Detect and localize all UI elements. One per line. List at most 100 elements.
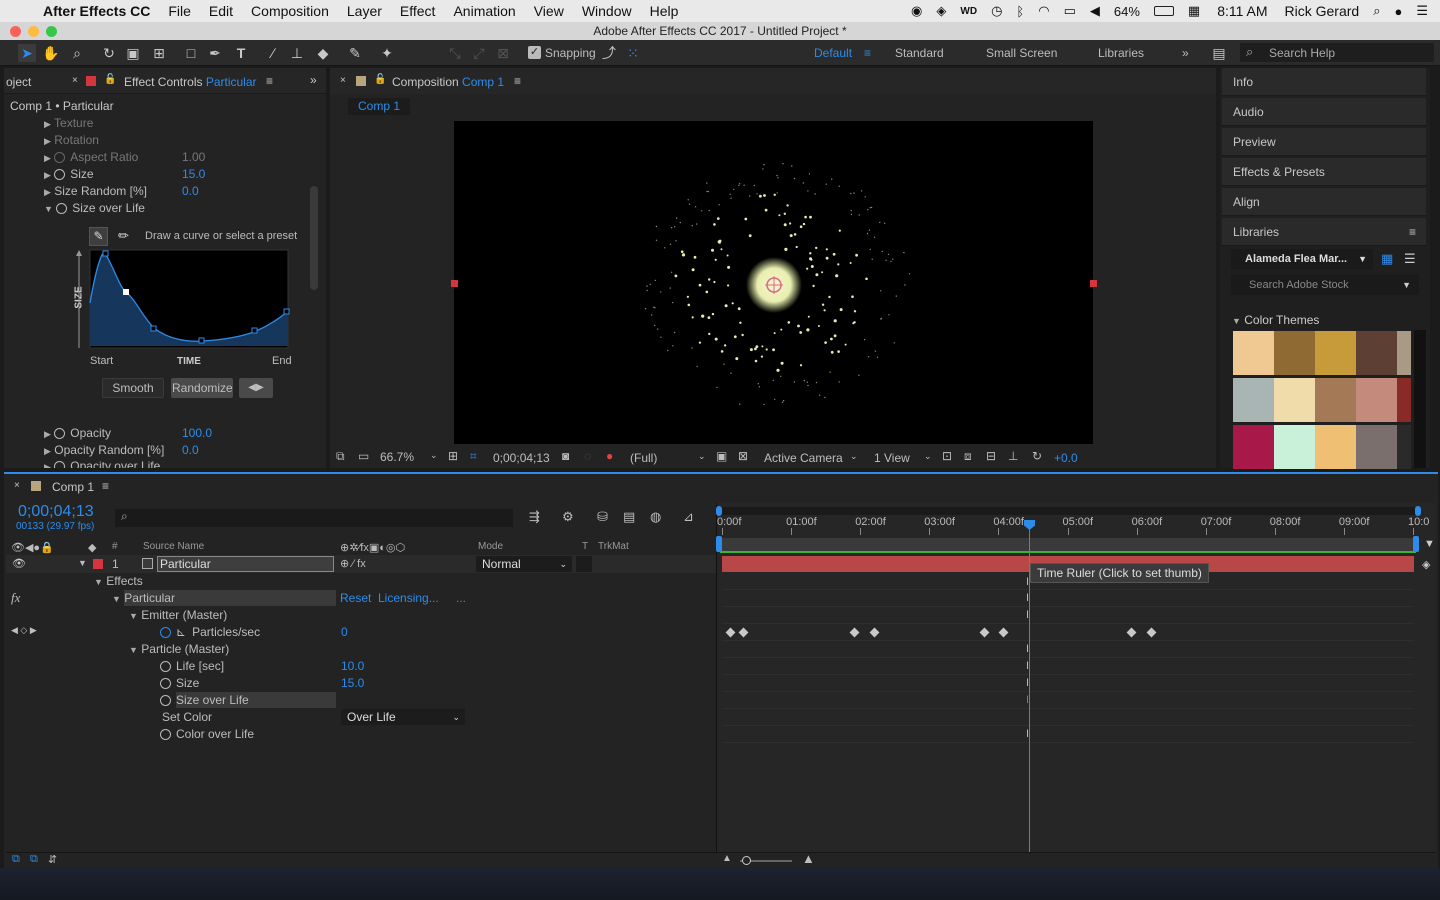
- snapping-checkbox[interactable]: ✓: [528, 46, 541, 59]
- eye-icon[interactable]: 👁: [12, 557, 26, 570]
- grid-view-icon[interactable]: ▦: [1381, 251, 1393, 267]
- motion-blur-icon[interactable]: ◍: [650, 509, 661, 525]
- composition-viewer[interactable]: [454, 121, 1093, 444]
- wd-icon[interactable]: WD: [953, 6, 984, 17]
- draft-3d-icon[interactable]: ⚙: [562, 509, 574, 525]
- zoom-in-icon[interactable]: ▲: [802, 851, 815, 866]
- camera-dropdown[interactable]: Active Camera ⌄: [764, 451, 864, 465]
- composition-tab[interactable]: Composition Comp 1: [392, 75, 504, 89]
- region-of-interest-icon[interactable]: ▣: [716, 449, 727, 463]
- size-prop-value[interactable]: 15.0: [341, 676, 364, 693]
- snapshot-icon[interactable]: ◙: [562, 449, 569, 463]
- source-name-header[interactable]: Source Name: [143, 541, 204, 552]
- search-stock-field[interactable]: Search Adobe Stock ▼: [1231, 275, 1419, 295]
- panel-menu-icon[interactable]: ≡: [266, 74, 273, 88]
- comp-right-handle[interactable]: [1090, 280, 1097, 287]
- menu-layer[interactable]: Layer: [338, 3, 391, 19]
- aspect-ratio-value[interactable]: 1.00: [182, 150, 205, 167]
- snapping-label[interactable]: Snapping: [545, 46, 596, 60]
- snap-features-icon[interactable]: ⁙: [624, 44, 642, 62]
- clone-stamp-tool-icon[interactable]: ⊥: [288, 44, 306, 62]
- pen-tool-icon[interactable]: ✒: [206, 44, 224, 62]
- clock[interactable]: 8:11 AM: [1207, 3, 1277, 19]
- workspace-libraries[interactable]: Libraries: [1098, 46, 1144, 60]
- property-track-row[interactable]: [722, 659, 1414, 675]
- life-property[interactable]: Life [sec]: [160, 659, 224, 676]
- user-name[interactable]: Rick Gerard: [1278, 3, 1367, 19]
- close-tab-icon[interactable]: ×: [340, 75, 346, 86]
- libraries-panel-tab[interactable]: Libraries ≡: [1222, 218, 1426, 246]
- workspace-small-screen[interactable]: Small Screen: [986, 46, 1057, 60]
- color-swatch[interactable]: [1233, 425, 1274, 469]
- mask-visibility-icon[interactable]: ⌗: [470, 449, 477, 464]
- reset-link[interactable]: Reset: [340, 591, 371, 608]
- set-color-dropdown[interactable]: Over Life ⌄: [341, 709, 465, 725]
- close-tab-icon[interactable]: ×: [72, 75, 78, 86]
- workspace-menu-icon[interactable]: ≡: [864, 46, 871, 60]
- dropbox-icon[interactable]: ◈: [929, 3, 953, 19]
- puppet-pin-tool-icon[interactable]: ✦: [378, 44, 396, 62]
- trkmat-dropdown[interactable]: [576, 556, 592, 572]
- color-swatch[interactable]: [1274, 378, 1315, 422]
- out-point-marker[interactable]: [1413, 536, 1419, 552]
- options-link[interactable]: ...: [456, 591, 466, 608]
- licensing-link[interactable]: Licensing...: [378, 591, 439, 608]
- calendar-icon[interactable]: ▦: [1181, 3, 1207, 19]
- timeline-icon[interactable]: ⊟: [986, 449, 996, 463]
- collapse-triangle-icon[interactable]: ▼: [78, 558, 87, 568]
- draw-curve-tool-icon[interactable]: ✎: [89, 227, 108, 246]
- property-track-row[interactable]: [722, 625, 1414, 641]
- property-track-row[interactable]: [722, 710, 1414, 726]
- camera-tool-icon[interactable]: ▣: [124, 44, 142, 62]
- prop-row-opacity[interactable]: ▶ Opacity: [44, 426, 111, 443]
- size-value[interactable]: 15.0: [182, 167, 205, 184]
- property-track-row[interactable]: [722, 693, 1414, 709]
- trkmat-header[interactable]: TrkMat: [598, 541, 629, 552]
- property-track-row[interactable]: [722, 676, 1414, 692]
- always-preview-icon[interactable]: ⧉: [336, 449, 345, 464]
- work-area-start-handle[interactable]: [716, 506, 722, 516]
- expand-triangle-icon[interactable]: ▶: [44, 429, 51, 439]
- preset-stepper[interactable]: ◀▶: [239, 378, 273, 398]
- color-swatch[interactable]: [1356, 425, 1397, 469]
- timeline-timecode[interactable]: 0;00;04;13: [18, 503, 94, 521]
- menu-view[interactable]: View: [525, 3, 573, 19]
- menu-file[interactable]: File: [159, 3, 200, 19]
- collapse-triangle-icon[interactable]: ▼: [94, 577, 103, 587]
- menu-help[interactable]: Help: [641, 3, 688, 19]
- collapse-triangle-icon[interactable]: ▼: [129, 645, 138, 655]
- prop-row-size-random[interactable]: ▶ Size Random [%]: [44, 184, 147, 201]
- more-workspaces-icon[interactable]: »: [1182, 46, 1189, 60]
- color-swatch[interactable]: [1315, 331, 1356, 375]
- list-view-icon[interactable]: ☰: [1404, 251, 1416, 267]
- bluetooth-icon[interactable]: ᛒ: [1009, 4, 1031, 19]
- transparency-grid-icon[interactable]: ⊠: [738, 449, 748, 463]
- preview-panel-tab[interactable]: Preview: [1222, 128, 1426, 156]
- prop-row-size[interactable]: ▶ Size: [44, 167, 94, 184]
- notification-icon[interactable]: ☰: [1409, 3, 1440, 19]
- layer-label-color[interactable]: [93, 559, 103, 569]
- panel-menu-icon[interactable]: ≡: [1409, 218, 1416, 246]
- reset-exposure-icon[interactable]: ↻: [1032, 449, 1042, 463]
- layer-mode-dropdown[interactable]: Normal ⌄: [476, 556, 572, 572]
- collapse-triangle-icon[interactable]: ▼: [129, 611, 138, 621]
- color-swatch[interactable]: [1274, 331, 1315, 375]
- show-snapshot-icon[interactable]: ◌: [584, 449, 591, 463]
- hand-tool-icon[interactable]: ✋: [42, 44, 60, 62]
- effects-group[interactable]: ▼ Effects: [94, 574, 143, 591]
- stopwatch-icon[interactable]: [54, 428, 66, 439]
- library-scrollbar[interactable]: [1414, 330, 1426, 468]
- size-random-value[interactable]: 0.0: [182, 184, 199, 201]
- pan-behind-tool-icon[interactable]: ⊞: [150, 44, 168, 62]
- color-swatch[interactable]: [1356, 378, 1397, 422]
- effect-controls-scrollbar[interactable]: [310, 186, 318, 290]
- panel-menu-icon[interactable]: ≡: [514, 74, 521, 88]
- layer-name[interactable]: Particular: [157, 556, 334, 572]
- stopwatch-icon[interactable]: [160, 695, 171, 706]
- comp-end-icon[interactable]: ▼: [1424, 538, 1435, 550]
- menu-effect[interactable]: Effect: [391, 3, 445, 19]
- graph-icon[interactable]: ⊾: [176, 625, 186, 639]
- type-tool-icon[interactable]: T: [232, 44, 250, 62]
- color-over-life-property[interactable]: Color over Life: [160, 727, 254, 744]
- randomize-button[interactable]: Randomize: [171, 378, 233, 398]
